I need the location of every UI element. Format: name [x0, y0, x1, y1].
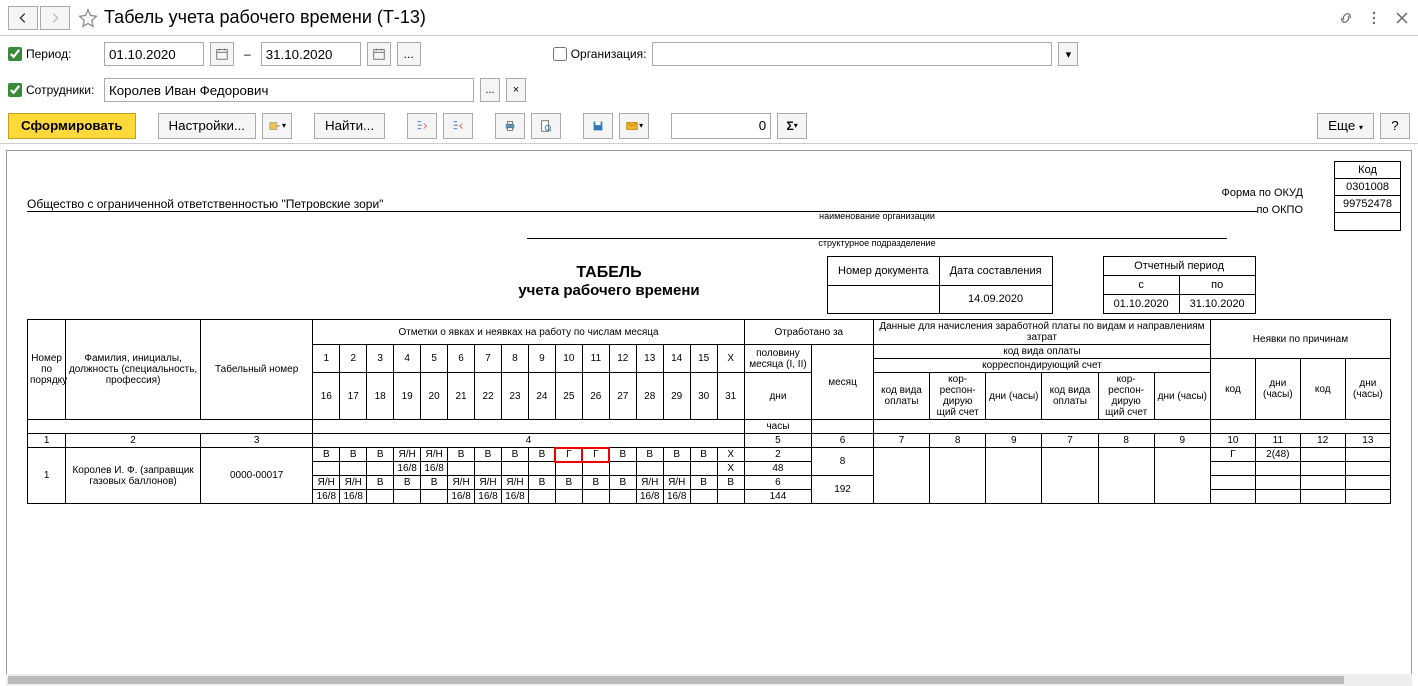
email-button[interactable]: ▾	[619, 113, 649, 139]
date-to-input[interactable]	[261, 42, 361, 66]
titlebar: Табель учета рабочего времени (Т-13)	[0, 0, 1418, 36]
collapse-button[interactable]	[443, 113, 473, 139]
form-labels: Форма по ОКУД по ОКПО	[1222, 185, 1304, 218]
period-picker-button[interactable]: ...	[397, 42, 421, 66]
page-title: Табель учета рабочего времени (Т-13)	[104, 7, 1338, 28]
date-from-input[interactable]	[104, 42, 204, 66]
sum-input[interactable]	[671, 113, 771, 139]
org-checkbox[interactable]	[553, 47, 567, 61]
employees-clear-button[interactable]: ×	[506, 78, 526, 102]
more-icon[interactable]	[1366, 10, 1382, 26]
org-name: Общество с ограниченной ответственностью…	[27, 197, 1391, 211]
link-icon[interactable]	[1338, 10, 1354, 26]
expand-button[interactable]	[407, 113, 437, 139]
timesheet-table: Номер по порядку Фамилия, инициалы, долж…	[27, 319, 1391, 504]
employees-picker-button[interactable]: ...	[480, 78, 500, 102]
org-dropdown-button[interactable]: ▾	[1058, 42, 1078, 66]
code-table: Код 0301008 99752478	[1334, 161, 1401, 231]
employees-label: Сотрудники:	[8, 83, 98, 97]
favorite-icon[interactable]	[78, 8, 98, 28]
org-caption: наименование организации	[527, 211, 1227, 221]
report-area[interactable]: Код 0301008 99752478 Форма по ОКУД по ОК…	[6, 150, 1412, 680]
settings-dropdown-button[interactable]: ▾	[262, 113, 292, 139]
close-icon[interactable]	[1394, 10, 1410, 26]
employees-checkbox[interactable]	[8, 83, 22, 97]
employees-input[interactable]	[104, 78, 474, 102]
period-label: Период:	[8, 47, 98, 61]
more-button[interactable]: Еще ▾	[1317, 113, 1374, 139]
toolbar: Сформировать Настройки... ▾ Найти... ▾ Σ…	[0, 108, 1418, 144]
sum-button[interactable]: Σ▾	[777, 113, 807, 139]
find-button[interactable]: Найти...	[314, 113, 385, 139]
settings-button[interactable]: Настройки...	[158, 113, 256, 139]
period-row: Период: – ... Организация: ▾	[0, 36, 1418, 72]
calendar-from-button[interactable]	[210, 42, 234, 66]
org-input[interactable]	[652, 42, 1052, 66]
horizontal-scrollbar[interactable]	[6, 674, 1412, 686]
table-row: 1 Королев И. Ф. (заправщик газовых балло…	[28, 448, 1391, 462]
doc-meta-table: Номер документаДата составления 14.09.20…	[827, 256, 1053, 314]
save-button[interactable]	[583, 113, 613, 139]
help-button[interactable]: ?	[1380, 113, 1410, 139]
org-label: Организация:	[553, 47, 647, 61]
back-button[interactable]	[8, 6, 38, 30]
calendar-to-button[interactable]	[367, 42, 391, 66]
print-button[interactable]	[495, 113, 525, 139]
generate-button[interactable]: Сформировать	[8, 113, 136, 139]
period-checkbox[interactable]	[8, 47, 22, 61]
forward-button[interactable]	[40, 6, 70, 30]
employees-row: Сотрудники: ... ×	[0, 72, 1418, 108]
dept-caption: структурное подразделение	[527, 238, 1227, 248]
preview-button[interactable]	[531, 113, 561, 139]
period-meta-table: Отчетный период спо 01.10.202031.10.2020	[1103, 256, 1256, 314]
